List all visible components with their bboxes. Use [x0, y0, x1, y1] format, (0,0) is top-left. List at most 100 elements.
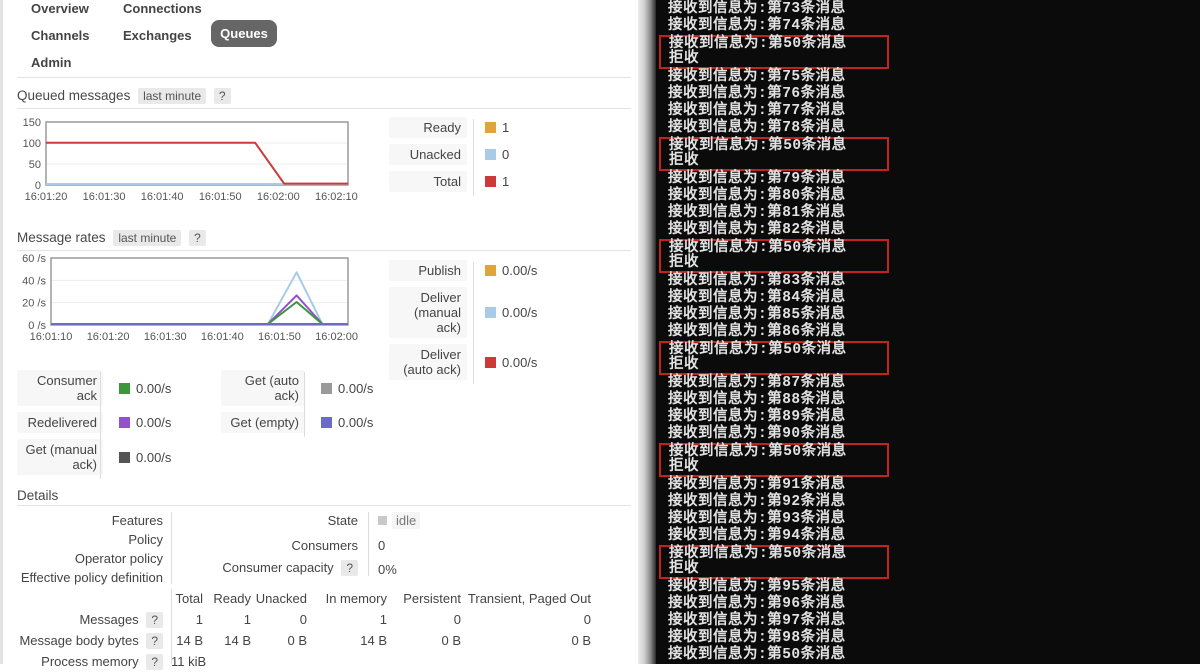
queued-messages-help-icon[interactable]: ?	[213, 88, 231, 104]
legend-value: 0.00/s	[338, 380, 374, 396]
message-body-bytes-help-icon[interactable]: ?	[146, 633, 163, 649]
console-line: 接收到信息为:第98条消息	[656, 630, 1200, 647]
console-line: 接收到信息为:第73条消息	[656, 1, 1200, 18]
get-auto-color-swatch	[321, 382, 332, 394]
console-line-text: 接收到信息为:第93条消息	[668, 511, 846, 527]
legend-value: 0	[502, 147, 510, 162]
consumer-capacity-help-icon[interactable]: ?	[341, 560, 358, 576]
table-cell: 14 B	[224, 633, 251, 648]
process-memory-help-icon[interactable]: ?	[146, 654, 163, 670]
details-policy-label[interactable]: Policy	[3, 532, 163, 547]
consumer-capacity-label: Consumer capacity ?	[188, 560, 358, 576]
console-scrollbar[interactable]	[638, 0, 656, 664]
nav-connections[interactable]: Connections	[123, 1, 202, 16]
console-line-text: 接收到信息为:第91条消息	[668, 477, 846, 493]
legend-value: 0.00/s	[502, 305, 538, 320]
total-color-swatch	[485, 176, 496, 187]
unacked-color-swatch	[485, 149, 496, 160]
console-line-text: 接收到信息为:第83条消息	[668, 273, 846, 289]
legend-label: Get (empty)	[221, 412, 305, 433]
console-line-text: 接收到信息为:第76条消息	[668, 86, 846, 102]
console-line-text: 接收到信息为:第88条消息	[668, 392, 846, 408]
section-divider	[17, 505, 631, 506]
messages-help-icon[interactable]: ?	[146, 612, 163, 628]
console-log: 接收到信息为:第73条消息 接收到信息为:第74条消息 接收到信息为:第50条消…	[656, 0, 1200, 664]
details-operator-policy-label[interactable]: Operator policy	[3, 551, 163, 566]
nav-exchanges[interactable]: Exchanges	[123, 28, 192, 43]
table-cell: 14 B	[176, 633, 203, 648]
console-line: 接收到信息为:第93条消息	[656, 511, 1200, 528]
svg-text:20 /s: 20 /s	[22, 298, 46, 310]
section-divider	[17, 250, 631, 251]
svg-text:50: 50	[29, 159, 41, 171]
console-line: 接收到信息为:第77条消息	[656, 103, 1200, 120]
legend-row-total: Total 1	[389, 171, 649, 192]
legend-label: Total	[389, 171, 467, 192]
table-cell: 1	[243, 612, 251, 627]
console-line: 接收到信息为:第84条消息	[656, 290, 1200, 307]
message-body-bytes-label: Message body bytes	[19, 633, 139, 648]
console-line: 接收到信息为:第92条消息	[656, 494, 1200, 511]
console-line-text: 接收到信息为:第50条消息	[669, 342, 847, 358]
queued-messages-range-badge[interactable]: last minute	[138, 88, 207, 104]
console-line-text: 接收到信息为:第50条消息	[669, 546, 847, 562]
console-line: 接收到信息为:第76条消息	[656, 86, 1200, 103]
console-reject-text: 拒收	[669, 255, 699, 271]
nav-channels[interactable]: Channels	[31, 28, 90, 43]
console-line-text: 接收到信息为:第95条消息	[668, 579, 846, 595]
get-manual-color-swatch	[119, 451, 130, 463]
console-line-text: 接收到信息为:第78条消息	[668, 120, 846, 136]
console-line-text: 接收到信息为:第87条消息	[668, 375, 846, 391]
console-line: 接收到信息为:第50条消息 拒收	[659, 35, 889, 69]
consumers-label: Consumers	[291, 538, 358, 553]
col-header-in-memory: In memory	[325, 591, 387, 606]
legend-label: Ready	[389, 117, 467, 138]
process-memory-label: Process memory	[41, 654, 139, 669]
message-rates-legend: Publish 0.00/s Deliver (manual ack) 0.00…	[389, 260, 649, 386]
details-divider	[171, 512, 172, 584]
svg-text:16:01:30: 16:01:30	[83, 191, 126, 203]
legend-value: 0.00/s	[136, 415, 172, 430]
console-line: 接收到信息为:第80条消息	[656, 188, 1200, 205]
nav-admin[interactable]: Admin	[31, 55, 71, 70]
message-rates-chart: 0 /s20 /s40 /s60 /s16:01:10 16:01:20 16:01…	[22, 253, 358, 343]
consumer-ack-color-swatch	[119, 382, 130, 394]
table-cell: 0	[453, 612, 461, 627]
nav-overview[interactable]: Overview	[31, 1, 89, 16]
console-line: 接收到信息为:第50条消息 拒收	[659, 137, 889, 171]
console-line-text: 接收到信息为:第85条消息	[668, 307, 846, 323]
console-reject-text: 拒收	[669, 153, 699, 169]
legend-label: Deliver (manual ack)	[389, 287, 467, 338]
legend-row-unacked: Unacked 0	[389, 144, 649, 165]
state-text: idle	[392, 512, 421, 529]
svg-text:40 /s: 40 /s	[22, 275, 46, 287]
message-rates-label: Message rates	[17, 230, 106, 245]
console-line-text: 接收到信息为:第89条消息	[668, 409, 846, 425]
console-line-text: 接收到信息为:第97条消息	[668, 613, 846, 629]
col-header-persistent: Persistent	[403, 591, 461, 606]
table-cell: 1	[195, 612, 203, 627]
console-line-text: 接收到信息为:第96条消息	[668, 596, 846, 612]
svg-text:16:01:10: 16:01:10	[30, 331, 73, 343]
console-line: 接收到信息为:第91条消息	[656, 477, 1200, 494]
nav-queues-active-tab[interactable]: Queues	[211, 20, 277, 47]
message-rates-title: Message rates last minute ?	[17, 230, 206, 246]
section-divider	[17, 108, 631, 109]
details-effective-policy-label[interactable]: Effective policy definition	[3, 570, 163, 585]
console-line-text: 接收到信息为:第50条消息	[669, 240, 847, 256]
legend-label: Publish	[389, 260, 467, 281]
table-divider	[171, 589, 172, 664]
message-rates-range-badge[interactable]: last minute	[113, 230, 182, 246]
consumer-capacity-value: 0%	[378, 562, 397, 577]
storage-table: Total Ready Unacked In memory Persistent…	[3, 588, 591, 672]
legend-row-deliver-manual: Deliver (manual ack) 0.00/s	[389, 287, 649, 338]
details-features-label[interactable]: Features	[3, 513, 163, 528]
messages-label: Messages	[79, 612, 139, 627]
console-reject-text: 拒收	[669, 459, 699, 475]
message-rates-help-icon[interactable]: ?	[189, 230, 206, 246]
console-line: 接收到信息为:第83条消息	[656, 273, 1200, 290]
svg-text:100: 100	[23, 138, 41, 150]
details-title: Details	[17, 488, 59, 503]
deliver-manual-color-swatch	[485, 307, 496, 318]
queued-messages-title: Queued messages last minute ?	[17, 88, 231, 104]
